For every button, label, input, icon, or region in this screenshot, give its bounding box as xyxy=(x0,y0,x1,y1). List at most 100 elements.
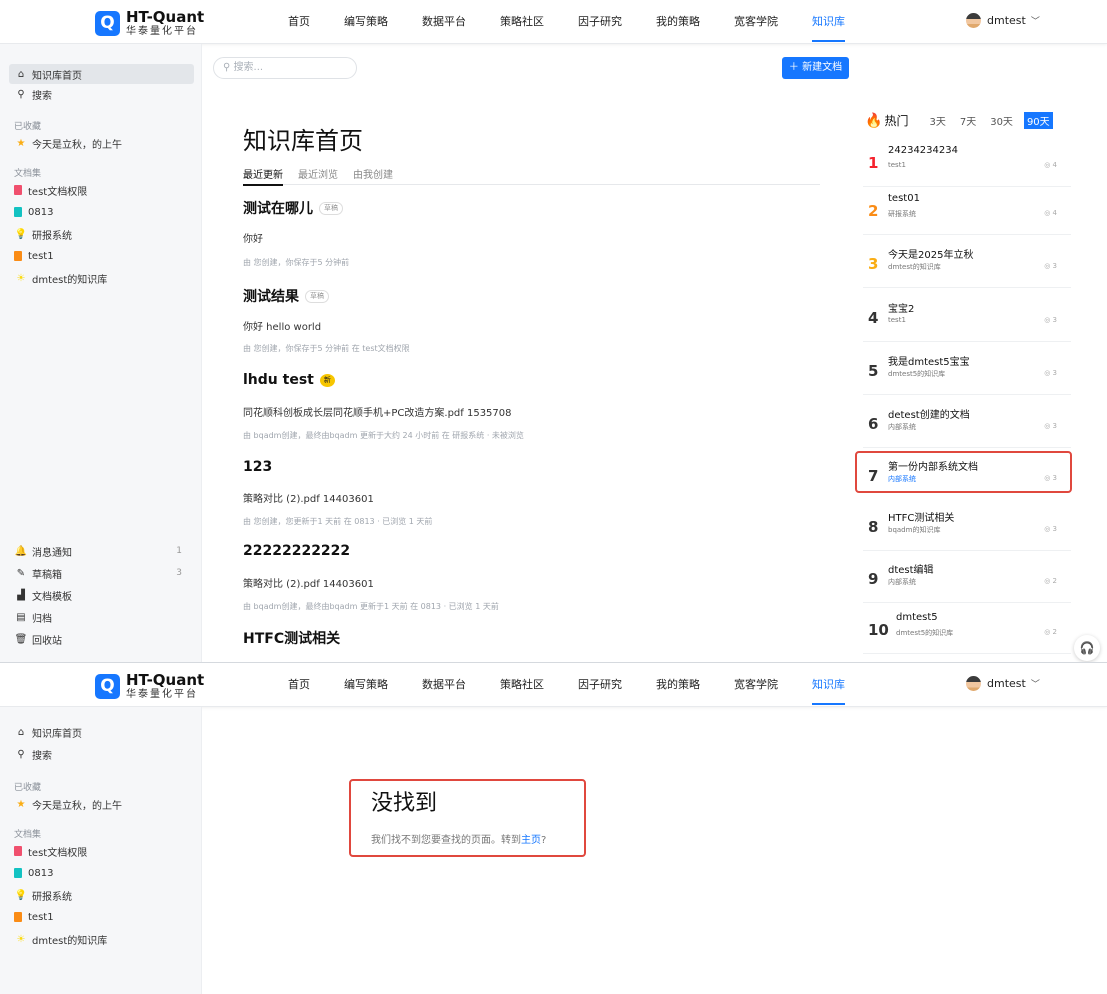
sidebar-item-favorite[interactable]: ★ 今天是立秋，的上午 xyxy=(9,794,194,814)
nav-home[interactable]: 首页 xyxy=(288,663,310,707)
home-link[interactable]: 主页 xyxy=(521,835,541,846)
sidebar-archive[interactable]: ▤ 归档 xyxy=(9,607,194,627)
nav-factor[interactable]: 因子研究 xyxy=(578,0,622,44)
tab-created-by-me[interactable]: 由我创建 xyxy=(353,166,393,185)
doc-summary: 你好 xyxy=(243,234,263,245)
doc-title[interactable]: 123 xyxy=(243,459,272,475)
hot-item[interactable]: 2 test01 研报系统 ◎ 4 xyxy=(863,187,1071,235)
sidebar-book-1[interactable]: 0813 xyxy=(9,202,194,222)
sidebar-trash[interactable]: 🗑 回收站 xyxy=(9,629,194,649)
logo[interactable]: Q HT-Quant 华泰量化平台 xyxy=(95,672,204,700)
brand-name-cn: 华泰量化平台 xyxy=(126,25,198,37)
template-icon: ▟ xyxy=(17,589,25,601)
nav-data-platform[interactable]: 数据平台 xyxy=(422,663,466,707)
hot-item[interactable]: 3 今天是2025年立秋 dmtest的知识库 ◎ 3 xyxy=(863,240,1071,288)
nav-home[interactable]: 首页 xyxy=(288,0,310,44)
nav-factor[interactable]: 因子研究 xyxy=(578,663,622,707)
doc-title[interactable]: HTFC测试相关 xyxy=(243,628,340,648)
nav-knowledge[interactable]: 知识库 xyxy=(812,0,845,44)
collections-label: 文档集 xyxy=(14,169,42,179)
sidebar-notifications[interactable]: 🔔 消息通知 1 xyxy=(9,541,194,561)
nav-academy[interactable]: 宽客学院 xyxy=(734,663,778,707)
user-name: dmtest xyxy=(987,14,1026,27)
collections-label: 文档集 xyxy=(14,830,42,840)
nav-my-strategy[interactable]: 我的策略 xyxy=(656,663,700,707)
doc-title[interactable]: 测试结果 草稿 xyxy=(243,286,329,306)
sidebar-item-home[interactable]: ⌂ 知识库首页 xyxy=(9,64,194,84)
nav-write-strategy[interactable]: 编写策略 xyxy=(344,663,388,707)
favorites-label: 已收藏 xyxy=(14,122,42,132)
doc-summary: 策略对比 (2).pdf 14403601 xyxy=(243,579,374,590)
user-menu[interactable]: dmtest ﹀ xyxy=(966,676,1040,691)
sidebar-drafts[interactable]: ✎ 草稿箱 3 xyxy=(9,563,194,583)
logo[interactable]: Q HT-Quant 华泰量化平台 xyxy=(95,9,204,37)
nav-my-strategy[interactable]: 我的策略 xyxy=(656,0,700,44)
nav-community[interactable]: 策略社区 xyxy=(500,663,544,707)
avatar xyxy=(966,676,981,691)
logo-mark: Q xyxy=(95,10,120,36)
not-found-title: 没找到 xyxy=(371,791,438,816)
nav-knowledge[interactable]: 知识库 xyxy=(812,663,845,707)
sidebar-item-home[interactable]: ⌂ 知识库首页 xyxy=(9,722,194,742)
new-doc-button[interactable]: ＋ 新建文档 xyxy=(782,57,849,79)
doc-title[interactable]: 测试在哪儿 草稿 xyxy=(243,198,343,218)
sidebar-book-2[interactable]: 💡 研报系统 xyxy=(9,885,194,905)
page-title: 知识库首页 xyxy=(243,127,363,155)
book-icon xyxy=(14,251,22,261)
headset-icon[interactable]: 🎧 xyxy=(1074,635,1100,661)
eye-icon: ◎ 3 xyxy=(1044,422,1057,430)
new-badge: 新 xyxy=(319,373,335,387)
plus-icon: ＋ xyxy=(788,62,803,73)
hot-item[interactable]: 8 HTFC测试相关 bqadm的知识库 ◎ 3 xyxy=(863,503,1071,551)
highlight-box xyxy=(855,451,1072,493)
home-icon: ⌂ xyxy=(17,726,25,738)
eye-icon: ◎ 3 xyxy=(1044,369,1057,377)
hot-item[interactable]: 1 24234234234 test1 ◎ 4 xyxy=(863,139,1071,187)
range-7d[interactable]: 7天 xyxy=(957,112,979,129)
hot-item[interactable]: 10 dmtest5 dmtest5的知识库 ◎ 2 xyxy=(863,606,1071,654)
sidebar-book-1[interactable]: 0813 xyxy=(9,863,194,883)
favorites-label: 已收藏 xyxy=(14,783,42,793)
range-30d[interactable]: 30天 xyxy=(987,112,1016,129)
not-found-message: 我们找不到您要查找的页面。转到主页? xyxy=(371,835,547,846)
tab-recent-updates[interactable]: 最近更新 xyxy=(243,166,283,186)
doc-title[interactable]: lhdu test 新 xyxy=(243,372,335,388)
sidebar-book-2[interactable]: 💡 研报系统 xyxy=(9,224,194,244)
search-icon: ⚲ xyxy=(223,62,234,73)
sidebar-item-favorite[interactable]: ★ 今天是立秋，的上午 xyxy=(9,133,194,153)
draft-badge: 草稿 xyxy=(305,289,329,303)
sidebar-templates[interactable]: ▟ 文档模板 xyxy=(9,585,194,605)
sidebar-book-3[interactable]: test1 xyxy=(9,246,194,266)
nav-academy[interactable]: 宽客学院 xyxy=(734,0,778,44)
range-90d[interactable]: 90天 xyxy=(1023,112,1053,129)
archive-icon: ▤ xyxy=(16,611,26,623)
sidebar-item-search[interactable]: ⚲ 搜索 xyxy=(9,84,194,104)
tab-recent-views[interactable]: 最近浏览 xyxy=(298,166,338,185)
eye-icon: ◎ 2 xyxy=(1044,628,1057,636)
brand-name: HT-Quant xyxy=(126,670,205,689)
doc-meta: 由 您创建，你保存于5 分钟前 在 test文档权限 xyxy=(243,344,410,353)
hot-item[interactable]: 6 detest创建的文档 内部系统 ◎ 3 xyxy=(863,400,1071,448)
sidebar-book-0[interactable]: test文档权限 xyxy=(9,841,194,861)
doc-meta: 由 您创建，您更新于1 天前 在 0813 · 已浏览 1 天前 xyxy=(243,517,433,526)
nav-data-platform[interactable]: 数据平台 xyxy=(422,0,466,44)
doc-title[interactable]: 22222222222 xyxy=(243,543,350,559)
book-icon xyxy=(14,846,22,856)
user-menu[interactable]: dmtest ﹀ xyxy=(966,13,1040,28)
sidebar-book-3[interactable]: test1 xyxy=(9,907,194,927)
sidebar-book-0[interactable]: test文档权限 xyxy=(9,180,194,200)
bulb-icon: 💡 xyxy=(14,889,28,901)
range-3d[interactable]: 3天 xyxy=(926,112,948,129)
hot-item[interactable]: 5 我是dmtest5宝宝 dmtest5的知识库 ◎ 3 xyxy=(863,347,1071,395)
eye-icon: ◎ 3 xyxy=(1044,262,1057,270)
doc-tabs: 最近更新 最近浏览 由我创建 xyxy=(243,166,820,186)
hot-item[interactable]: 9 dtest编辑 内部系统 ◎ 2 xyxy=(863,555,1071,603)
sidebar-book-4[interactable]: ☀ dmtest的知识库 xyxy=(9,929,194,949)
nav-community[interactable]: 策略社区 xyxy=(500,0,544,44)
sidebar-book-4[interactable]: ☀ dmtest的知识库 xyxy=(9,268,194,288)
hot-item[interactable]: 4 宝宝2 test1 ◎ 3 xyxy=(863,294,1071,342)
trash-icon: 🗑 xyxy=(14,633,28,645)
nav-write-strategy[interactable]: 编写策略 xyxy=(344,0,388,44)
sidebar-item-search[interactable]: ⚲ 搜索 xyxy=(9,744,194,764)
search-input[interactable]: ⚲ 搜索... xyxy=(213,57,357,79)
